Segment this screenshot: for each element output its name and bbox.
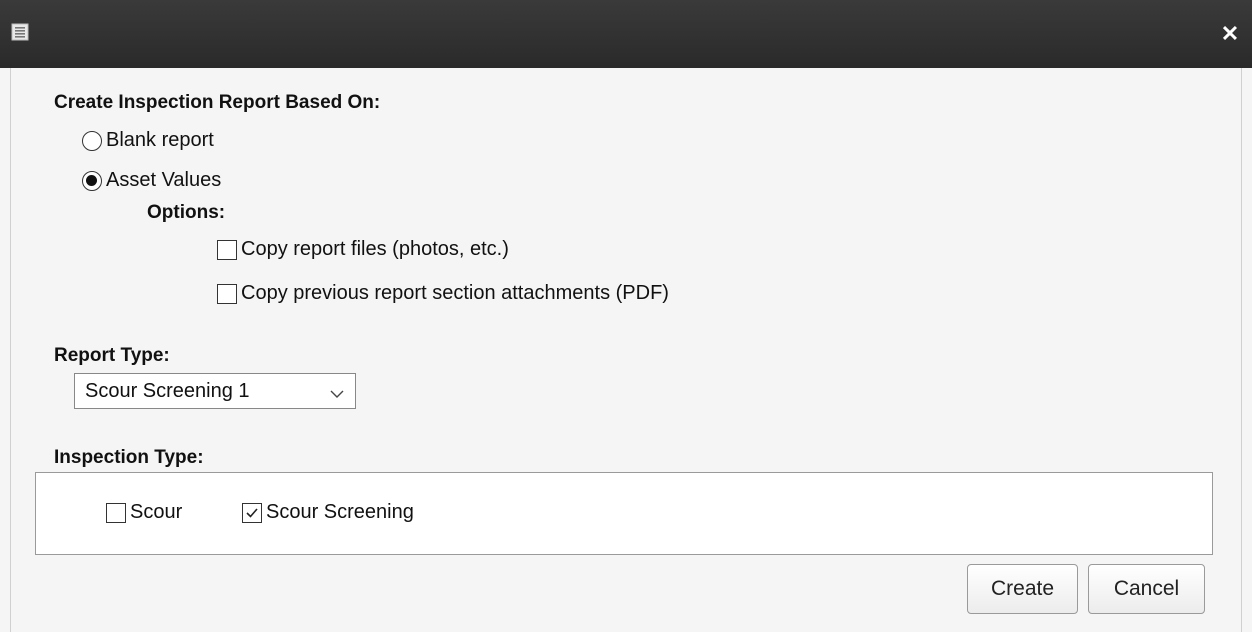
cancel-button[interactable]: Cancel (1088, 564, 1205, 614)
radio-asset-values[interactable] (82, 170, 102, 191)
inspection-type-group: Scour Scour Screening (35, 472, 1213, 555)
close-icon[interactable]: ✕ (1220, 23, 1240, 45)
copy-report-files-label: Copy report files (photos, etc.) (241, 238, 509, 260)
scour-screening-label: Scour Screening (266, 501, 414, 523)
radio-asset-values-label: Asset Values (106, 169, 222, 191)
report-type-select[interactable]: Scour Screening 1 (74, 373, 356, 409)
copy-report-files-checkbox[interactable] (217, 239, 237, 260)
inspection-scour-screening-row[interactable]: Scour Screening (242, 501, 414, 524)
radio-blank-report-label: Blank report (106, 129, 214, 151)
dialog-body: Create Inspection Report Based On: Blank… (10, 68, 1242, 632)
radio-asset-values-row[interactable]: Asset Values (82, 169, 221, 192)
checkmark-icon (246, 507, 258, 518)
report-type-heading: Report Type: (54, 345, 170, 366)
create-button[interactable]: Create (967, 564, 1078, 614)
scour-screening-checkbox[interactable] (242, 502, 262, 523)
copy-attachments-label: Copy previous report section attachments… (241, 282, 669, 304)
document-list-icon (10, 22, 30, 42)
scour-checkbox[interactable] (106, 502, 126, 523)
copy-report-files-row[interactable]: Copy report files (photos, etc.) (217, 238, 509, 261)
inspection-scour-row[interactable]: Scour (106, 501, 182, 524)
create-report-dialog: ✕ Create Inspection Report Based On: Bla… (0, 0, 1252, 632)
options-heading: Options: (147, 202, 226, 223)
radio-blank-report-row[interactable]: Blank report (82, 129, 214, 152)
inspection-type-heading: Inspection Type: (54, 447, 204, 468)
copy-attachments-row[interactable]: Copy previous report section attachments… (217, 282, 669, 305)
dialog-titlebar: ✕ (0, 0, 1252, 68)
chevron-down-icon (329, 384, 345, 398)
report-source-heading: Create Inspection Report Based On: (54, 92, 381, 113)
copy-attachments-checkbox[interactable] (217, 283, 237, 304)
report-type-selected-value: Scour Screening 1 (85, 379, 250, 402)
scour-label: Scour (130, 501, 183, 523)
radio-blank-report[interactable] (82, 130, 102, 151)
